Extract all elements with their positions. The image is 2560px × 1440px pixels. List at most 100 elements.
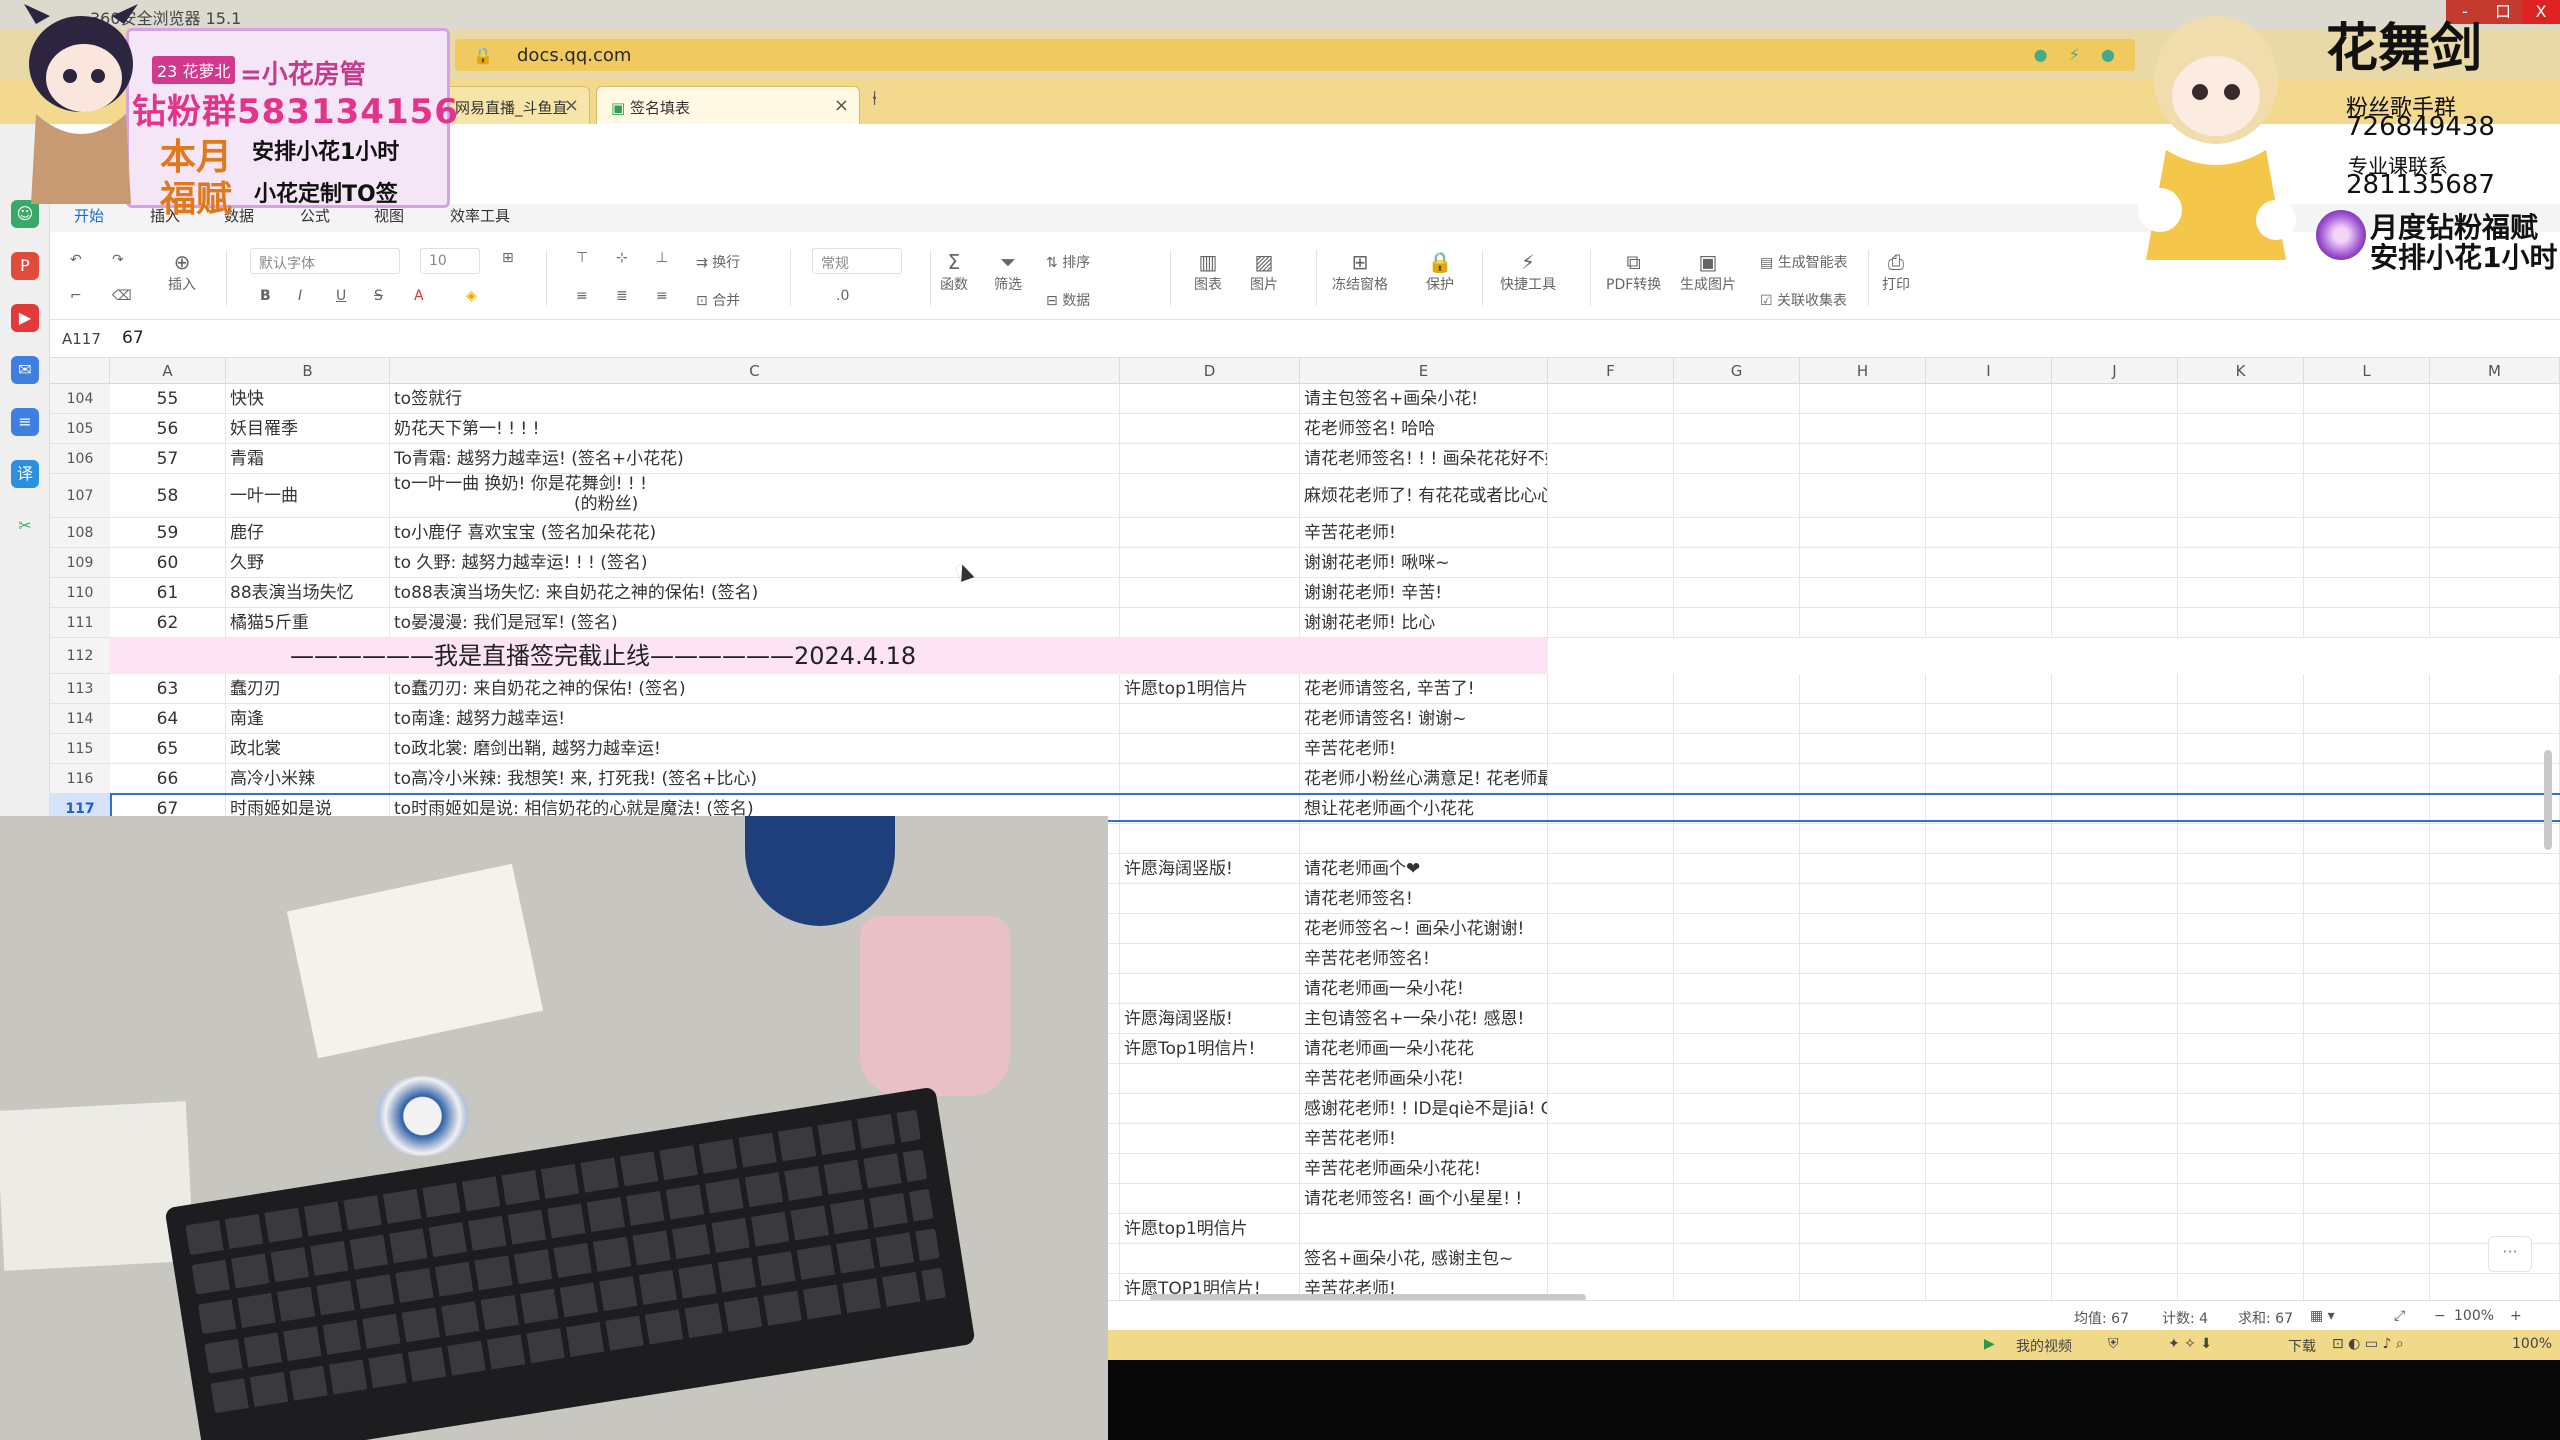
cell-j[interactable] — [2052, 548, 2178, 578]
image-button[interactable]: ▨ 图片 — [1250, 250, 1278, 294]
cell-k[interactable] — [2178, 1034, 2304, 1064]
cell-g[interactable] — [1674, 674, 1800, 704]
cell-m[interactable] — [2430, 444, 2560, 474]
cell-h[interactable] — [1800, 1184, 1926, 1214]
clear-format-icon[interactable]: ⌫ — [112, 288, 132, 304]
cell-m[interactable] — [2430, 1274, 2560, 1300]
cell-i[interactable] — [1926, 1244, 2052, 1274]
cell-j[interactable] — [2052, 764, 2178, 794]
cell-d[interactable] — [1120, 548, 1300, 578]
insert-button[interactable]: ⊕ 插入 — [168, 250, 196, 294]
cell-l[interactable] — [2304, 1004, 2430, 1034]
cell-b[interactable]: 政北裳 — [226, 734, 390, 764]
underline-icon[interactable]: U — [336, 288, 346, 304]
column-header-l[interactable]: L — [2304, 358, 2430, 384]
cell-h[interactable] — [1800, 914, 1926, 944]
cell-d[interactable] — [1120, 1124, 1300, 1154]
cell-h[interactable] — [1800, 414, 1926, 444]
cell-b[interactable]: 橘猫5斤重 — [226, 608, 390, 638]
cell-e[interactable]: 辛苦花老师! — [1300, 734, 1548, 764]
smart-form-button[interactable]: ▤ 生成智能表 — [1760, 252, 1848, 272]
cell-m[interactable] — [2430, 704, 2560, 734]
cell-m[interactable] — [2430, 944, 2560, 974]
column-header-i[interactable]: I — [1926, 358, 2052, 384]
cell-j[interactable] — [2052, 854, 2178, 884]
cell-h[interactable] — [1800, 704, 1926, 734]
cell-e[interactable]: 辛苦花老师签名! — [1300, 944, 1548, 974]
cell-l[interactable] — [2304, 1034, 2430, 1064]
cell-e[interactable]: 谢谢花老师! 辛苦! — [1300, 578, 1548, 608]
cell-h[interactable] — [1800, 734, 1926, 764]
cell-g[interactable] — [1674, 704, 1800, 734]
cell-h[interactable] — [1800, 474, 1926, 518]
strike-icon[interactable]: S — [374, 288, 383, 304]
cell-l[interactable] — [2304, 608, 2430, 638]
table-row[interactable]: 110 61 88表演当场失忆 to88表演当场失忆: 来自奶花之神的保佑! (签名)… — [50, 578, 2560, 608]
format-painter-icon[interactable]: ⌐ — [70, 288, 82, 304]
url-field[interactable]: 🔒 docs.qq.com ● ⚡ ● — [455, 39, 2135, 71]
cell-e[interactable] — [1300, 1214, 1548, 1244]
cell-k[interactable] — [2178, 764, 2304, 794]
cell-d[interactable] — [1120, 734, 1300, 764]
pdf-button[interactable]: ⧉ PDF转换 — [1606, 250, 1661, 294]
cell-j[interactable] — [2052, 1064, 2178, 1094]
cell-j[interactable] — [2052, 518, 2178, 548]
more-options-icon[interactable]: ··· — [2488, 1236, 2532, 1272]
cell-a[interactable]: 57 — [110, 444, 226, 474]
cell-f[interactable] — [1548, 1034, 1674, 1064]
cell-m[interactable] — [2430, 1124, 2560, 1154]
cell-m[interactable] — [2430, 1154, 2560, 1184]
row-header[interactable]: 108 — [50, 518, 110, 548]
cell-k[interactable] — [2178, 1244, 2304, 1274]
row-header[interactable]: 109 — [50, 548, 110, 578]
cell-l[interactable] — [2304, 1124, 2430, 1154]
cell-l[interactable] — [2304, 518, 2430, 548]
cell-d[interactable] — [1120, 704, 1300, 734]
row-header[interactable]: 113 — [50, 674, 110, 704]
font-size-select[interactable]: 10 — [420, 248, 480, 274]
cell-k[interactable] — [2178, 1064, 2304, 1094]
cell-m[interactable] — [2430, 474, 2560, 518]
cell-h[interactable] — [1800, 974, 1926, 1004]
cell-d[interactable] — [1120, 518, 1300, 548]
cell-f[interactable] — [1548, 1124, 1674, 1154]
tools-icon[interactable]: ✦ ✧ ⬇ — [2168, 1336, 2212, 1352]
cell-c[interactable]: to高冷小米辣: 我想笑! 来, 打死我! (签名+比心) — [390, 764, 1120, 794]
cell-d[interactable]: 许愿海阔竖版! — [1120, 854, 1300, 884]
row-header[interactable]: 114 — [50, 704, 110, 734]
filter-button[interactable]: ⏷ 筛选 — [994, 250, 1022, 294]
cell-c[interactable]: to政北裳: 磨剑出鞘, 越努力越幸运! — [390, 734, 1120, 764]
cell-i[interactable] — [1926, 1124, 2052, 1154]
cell-e[interactable]: 花老师请签名, 辛苦了! — [1300, 674, 1548, 704]
cell-k[interactable] — [2178, 944, 2304, 974]
cell-j[interactable] — [2052, 1214, 2178, 1244]
new-tab-icon[interactable]: ⍿ — [872, 86, 877, 110]
cell-f[interactable] — [1548, 824, 1674, 854]
cell-a[interactable]: 66 — [110, 764, 226, 794]
cell-g[interactable] — [1674, 608, 1800, 638]
zoom-in-icon[interactable]: + — [2510, 1308, 2522, 1324]
cell-a[interactable]: 62 — [110, 608, 226, 638]
cell-d[interactable] — [1120, 884, 1300, 914]
cell-i[interactable] — [1926, 734, 2052, 764]
cell-h[interactable] — [1800, 518, 1926, 548]
cell-l[interactable] — [2304, 1214, 2430, 1244]
cell-k[interactable] — [2178, 444, 2304, 474]
cell-h[interactable] — [1800, 884, 1926, 914]
column-header-j[interactable]: J — [2052, 358, 2178, 384]
cell-g[interactable] — [1674, 1184, 1800, 1214]
cell-d[interactable]: 许愿Top1明信片! — [1120, 1034, 1300, 1064]
table-row[interactable]: 113 63 蠢刃刃 to蠢刃刃: 来自奶花之神的保佑! (签名) 许愿top1明信片花… — [50, 674, 2560, 704]
cell-h[interactable] — [1800, 608, 1926, 638]
cell-c[interactable]: to晏漫漫: 我们是冠军! (签名) — [390, 608, 1120, 638]
cell-k[interactable] — [2178, 1274, 2304, 1300]
chat-icon[interactable]: ✉ — [11, 356, 39, 384]
cell-e[interactable]: 请花老师画一朵小花花 — [1300, 1034, 1548, 1064]
redo-icon[interactable]: ↷ — [112, 252, 124, 268]
cell-j[interactable] — [2052, 884, 2178, 914]
close-icon[interactable]: × — [564, 95, 579, 116]
cell-l[interactable] — [2304, 444, 2430, 474]
cell-e[interactable]: 签名+画朵小花, 感谢主包~ — [1300, 1244, 1548, 1274]
cell-g[interactable] — [1674, 764, 1800, 794]
cell-g[interactable] — [1674, 1124, 1800, 1154]
